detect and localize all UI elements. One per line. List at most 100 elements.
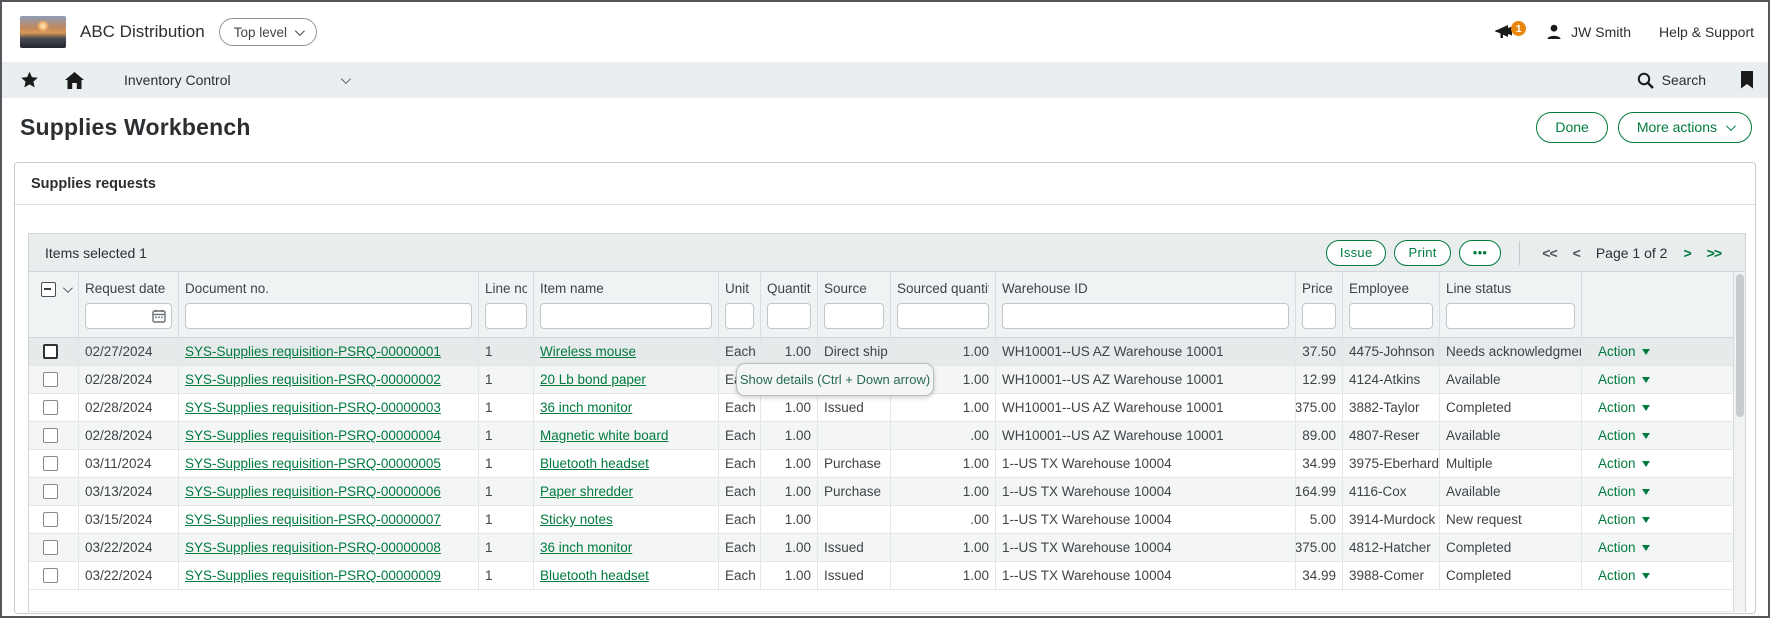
document-link[interactable]: SYS-Supplies requisition-PSRQ-00000009: [185, 568, 441, 583]
cell-source: Purchase: [818, 450, 891, 477]
cell-line_no: 1: [479, 450, 534, 477]
help-support-link[interactable]: Help & Support: [1659, 24, 1754, 40]
document-link[interactable]: SYS-Supplies requisition-PSRQ-00000002: [185, 372, 441, 387]
row-action-dropdown[interactable]: Action: [1598, 456, 1650, 471]
document-link[interactable]: SYS-Supplies requisition-PSRQ-00000003: [185, 400, 441, 415]
action-label: Action: [1598, 456, 1636, 471]
cell-item_name: Wireless mouse: [534, 338, 719, 365]
row-action-dropdown[interactable]: Action: [1598, 540, 1650, 555]
line_status-filter-input[interactable]: [1446, 303, 1575, 329]
line_no-filter-input[interactable]: [485, 303, 527, 329]
bookmark-button[interactable]: [1740, 71, 1754, 89]
row-action-dropdown[interactable]: Action: [1598, 344, 1650, 359]
table-row[interactable]: 02/28/2024SYS-Supplies requisition-PSRQ-…: [29, 394, 1735, 422]
cell-employee: 4807-Reser: [1343, 422, 1440, 449]
row-checkbox[interactable]: [43, 344, 58, 359]
cell-source: Issued: [818, 562, 891, 589]
selection-menu-chevron-icon[interactable]: [63, 283, 73, 293]
document-link[interactable]: SYS-Supplies requisition-PSRQ-00000005: [185, 456, 441, 471]
document-link[interactable]: SYS-Supplies requisition-PSRQ-00000007: [185, 512, 441, 527]
nav-menu-inventory-control[interactable]: Inventory Control: [124, 72, 348, 88]
issue-button[interactable]: Issue: [1326, 240, 1387, 266]
row-checkbox[interactable]: [43, 400, 58, 415]
table-row[interactable]: 03/11/2024SYS-Supplies requisition-PSRQ-…: [29, 450, 1735, 478]
table-row[interactable]: 02/28/2024SYS-Supplies requisition-PSRQ-…: [29, 422, 1735, 450]
more-actions-button[interactable]: More actions: [1618, 112, 1752, 143]
item-link[interactable]: 36 inch monitor: [540, 400, 632, 415]
source-filter-input[interactable]: [824, 303, 884, 329]
document-link[interactable]: SYS-Supplies requisition-PSRQ-00000001: [185, 344, 441, 359]
row-checkbox[interactable]: [43, 568, 58, 583]
row-checkbox[interactable]: [43, 372, 58, 387]
cell-item_name: Bluetooth headset: [534, 450, 719, 477]
table-row[interactable]: 03/15/2024SYS-Supplies requisition-PSRQ-…: [29, 506, 1735, 534]
cell-warehouse_id: 1--US TX Warehouse 10004: [996, 534, 1296, 561]
column-header-document_no: Document no.: [179, 272, 479, 337]
last-page-button[interactable]: >>: [1707, 245, 1721, 261]
document-link[interactable]: SYS-Supplies requisition-PSRQ-00000006: [185, 484, 441, 499]
item-link[interactable]: Sticky notes: [540, 512, 613, 527]
row-checkbox[interactable]: [43, 484, 58, 499]
item-link[interactable]: Bluetooth headset: [540, 456, 649, 471]
price-filter-input[interactable]: [1302, 303, 1336, 329]
cell-line_no: 1: [479, 534, 534, 561]
next-page-button[interactable]: >: [1683, 245, 1690, 261]
user-menu[interactable]: JW Smith: [1545, 23, 1631, 41]
item-link[interactable]: 20 Lb bond paper: [540, 372, 646, 387]
cell-warehouse_id: 1--US TX Warehouse 10004: [996, 450, 1296, 477]
search-label: Search: [1662, 72, 1706, 88]
overflow-button[interactable]: •••: [1459, 240, 1502, 266]
notifications-button[interactable]: 1: [1495, 22, 1517, 42]
prev-page-button[interactable]: <: [1573, 245, 1580, 261]
print-button[interactable]: Print: [1394, 240, 1450, 266]
first-page-button[interactable]: <<: [1542, 245, 1556, 261]
scrollbar-thumb[interactable]: [1736, 274, 1744, 417]
item-link[interactable]: Wireless mouse: [540, 344, 636, 359]
table-row[interactable]: 03/13/2024SYS-Supplies requisition-PSRQ-…: [29, 478, 1735, 506]
item-link[interactable]: Magnetic white board: [540, 428, 668, 443]
env-selector-dropdown[interactable]: Top level: [219, 18, 317, 46]
item-link[interactable]: 36 inch monitor: [540, 540, 632, 555]
unit-filter-input[interactable]: [725, 303, 754, 329]
sourced_quantity-filter-input[interactable]: [897, 303, 989, 329]
table-row[interactable]: 02/27/2024SYS-Supplies requisition-PSRQ-…: [29, 338, 1735, 366]
calendar-icon: [152, 309, 166, 323]
search-button[interactable]: Search: [1637, 72, 1706, 89]
cell-document_no: SYS-Supplies requisition-PSRQ-00000006: [179, 478, 479, 505]
favorites-button[interactable]: [20, 71, 64, 89]
cell-item_name: Paper shredder: [534, 478, 719, 505]
select-all-checkbox[interactable]: [41, 282, 56, 297]
page-title: Supplies Workbench: [20, 114, 251, 141]
document-link[interactable]: SYS-Supplies requisition-PSRQ-00000008: [185, 540, 441, 555]
row-action-dropdown[interactable]: Action: [1598, 568, 1650, 583]
cell-quantity: 1.00: [761, 422, 818, 449]
column-header-checkbox[interactable]: [29, 272, 79, 337]
row-checkbox[interactable]: [43, 512, 58, 527]
item-link[interactable]: Paper shredder: [540, 484, 633, 499]
table-row[interactable]: 03/22/2024SYS-Supplies requisition-PSRQ-…: [29, 562, 1735, 590]
document_no-filter-input[interactable]: [185, 303, 472, 329]
cell-action: Action: [1582, 450, 1735, 477]
item_name-filter-input[interactable]: [540, 303, 712, 329]
warehouse_id-filter-input[interactable]: [1002, 303, 1289, 329]
done-button[interactable]: Done: [1536, 112, 1607, 143]
row-action-dropdown[interactable]: Action: [1598, 400, 1650, 415]
home-button[interactable]: [64, 71, 108, 90]
row-action-dropdown[interactable]: Action: [1598, 512, 1650, 527]
column-header-action: [1582, 272, 1735, 337]
vertical-scrollbar[interactable]: [1733, 272, 1745, 612]
cell-quantity: 1.00: [761, 338, 818, 365]
row-checkbox[interactable]: [43, 456, 58, 471]
row-checkbox[interactable]: [43, 540, 58, 555]
row-action-dropdown[interactable]: Action: [1598, 484, 1650, 499]
cell-sourced_quantity: .00: [891, 422, 996, 449]
table-row[interactable]: 03/22/2024SYS-Supplies requisition-PSRQ-…: [29, 534, 1735, 562]
row-checkbox[interactable]: [43, 428, 58, 443]
document-link[interactable]: SYS-Supplies requisition-PSRQ-00000004: [185, 428, 441, 443]
item-link[interactable]: Bluetooth headset: [540, 568, 649, 583]
row-action-dropdown[interactable]: Action: [1598, 428, 1650, 443]
cell-employee: 4812-Hatcher: [1343, 534, 1440, 561]
row-action-dropdown[interactable]: Action: [1598, 372, 1650, 387]
employee-filter-input[interactable]: [1349, 303, 1433, 329]
quantity-filter-input[interactable]: [767, 303, 811, 329]
